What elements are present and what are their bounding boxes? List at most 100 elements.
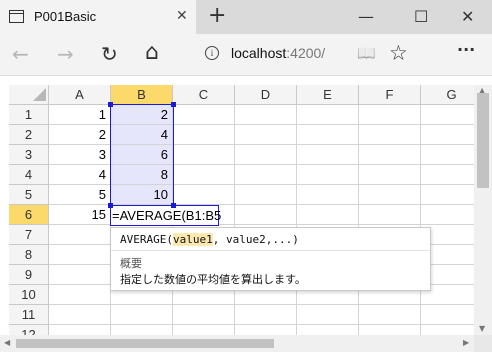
- cell-b5[interactable]: 10: [111, 185, 173, 205]
- row-header-3[interactable]: 3: [9, 145, 49, 165]
- row-header-8[interactable]: 8: [9, 245, 49, 265]
- maximize-icon[interactable]: ☐: [414, 7, 428, 26]
- select-all-corner[interactable]: [9, 85, 49, 105]
- home-icon[interactable]: ⌂: [145, 40, 159, 65]
- back-icon[interactable]: ←: [12, 42, 29, 66]
- column-header-b[interactable]: B: [111, 85, 173, 105]
- signature-name: AVERAGE(: [120, 233, 173, 246]
- column-header-e[interactable]: E: [297, 85, 359, 105]
- grid-cell[interactable]: [359, 105, 421, 125]
- signature-current-param: value1: [172, 233, 213, 246]
- scroll-right-arrow-icon[interactable]: ▶: [463, 338, 469, 347]
- tab-close-icon[interactable]: ✕: [176, 8, 188, 24]
- selection-handle[interactable]: [108, 102, 113, 107]
- page-icon: [9, 10, 24, 23]
- row-header-6[interactable]: 6: [9, 205, 49, 225]
- grid-cell[interactable]: [49, 225, 111, 245]
- column-header-f[interactable]: F: [359, 85, 421, 105]
- grid-cell[interactable]: [173, 145, 235, 165]
- grid-cell[interactable]: [359, 125, 421, 145]
- tab-title: P001Basic: [34, 9, 97, 24]
- favorite-star-icon[interactable]: ☆: [389, 41, 408, 65]
- grid-cell[interactable]: [173, 105, 235, 125]
- cell-a3[interactable]: 3: [49, 145, 111, 165]
- row-header-2[interactable]: 2: [9, 125, 49, 145]
- cell-b4[interactable]: 8: [111, 165, 173, 185]
- more-menu-icon[interactable]: ···: [457, 40, 475, 59]
- grid-cell[interactable]: [235, 185, 297, 205]
- cell-a4[interactable]: 4: [49, 165, 111, 185]
- grid-cell[interactable]: [359, 305, 421, 325]
- reload-icon[interactable]: ↻: [101, 42, 118, 66]
- cell-b2[interactable]: 4: [111, 125, 173, 145]
- grid-cell[interactable]: [297, 145, 359, 165]
- scroll-left-arrow-icon[interactable]: ◀: [4, 338, 10, 347]
- url-port: :4200/: [286, 45, 326, 61]
- grid-cell[interactable]: [173, 125, 235, 145]
- cell-a5[interactable]: 5: [49, 185, 111, 205]
- grid-cell[interactable]: [297, 185, 359, 205]
- row-header-4[interactable]: 4: [9, 165, 49, 185]
- grid-cell[interactable]: [297, 305, 359, 325]
- function-signature: AVERAGE(value1, value2,...): [120, 233, 299, 246]
- grid-cell[interactable]: [235, 165, 297, 185]
- grid-cell[interactable]: [297, 105, 359, 125]
- scroll-down-arrow-icon[interactable]: ▼: [479, 324, 485, 333]
- minimize-icon[interactable]: —: [358, 7, 374, 26]
- forward-icon[interactable]: →: [57, 42, 74, 66]
- column-header-a[interactable]: A: [49, 85, 111, 105]
- site-info-icon[interactable]: i: [205, 46, 219, 60]
- grid-cell[interactable]: [235, 305, 297, 325]
- grid-cell[interactable]: [359, 185, 421, 205]
- cell-editor-b6[interactable]: =AVERAGE(B1:B5: [110, 205, 221, 226]
- column-header-c[interactable]: C: [173, 85, 235, 105]
- new-tab-icon[interactable]: +: [208, 3, 226, 28]
- grid-cell[interactable]: [297, 165, 359, 185]
- scrollbar-corner: [474, 335, 492, 352]
- function-description: 指定した数値の平均値を算出します。: [120, 274, 306, 286]
- grid-cell[interactable]: [235, 105, 297, 125]
- selection-handle[interactable]: [171, 203, 176, 208]
- corner-triangle-icon: [32, 88, 46, 101]
- browser-tab[interactable]: [0, 0, 196, 34]
- grid-cell[interactable]: [235, 125, 297, 145]
- grid-cell[interactable]: [111, 305, 173, 325]
- row-header-5[interactable]: 5: [9, 185, 49, 205]
- popup-divider: [111, 250, 430, 251]
- grid-cell[interactable]: [173, 185, 235, 205]
- cell-a1[interactable]: 1: [49, 105, 111, 125]
- cell-a6[interactable]: 15: [49, 205, 111, 225]
- selection-handle[interactable]: [108, 203, 113, 208]
- reading-view-icon[interactable]: 📖: [357, 44, 376, 62]
- grid-cell[interactable]: [297, 125, 359, 145]
- row-header-7[interactable]: 7: [9, 225, 49, 245]
- url-host: localhost: [231, 45, 287, 61]
- row-header-9[interactable]: 9: [9, 265, 49, 285]
- grid-cell[interactable]: [173, 165, 235, 185]
- spreadsheet[interactable]: A B C D E F G 1 2 3 4 5 6 7 8 9 10 11 12…: [0, 77, 492, 352]
- cell-b1[interactable]: 2: [111, 105, 173, 125]
- row-header-1[interactable]: 1: [9, 105, 49, 125]
- grid-cell[interactable]: [359, 165, 421, 185]
- row-header-11[interactable]: 11: [9, 305, 49, 325]
- vertical-scroll-thumb[interactable]: [477, 93, 489, 188]
- grid-cell[interactable]: [297, 205, 359, 225]
- grid-cell[interactable]: [173, 305, 235, 325]
- grid-cell[interactable]: [235, 205, 297, 225]
- url-field[interactable]: localhost:4200/: [231, 45, 325, 61]
- grid-cell[interactable]: [49, 305, 111, 325]
- cell-b3[interactable]: 6: [111, 145, 173, 165]
- cell-a2[interactable]: 2: [49, 125, 111, 145]
- horizontal-scroll-thumb[interactable]: [16, 339, 274, 348]
- window-close-icon[interactable]: ✕: [461, 7, 474, 26]
- column-header-d[interactable]: D: [235, 85, 297, 105]
- grid-cell[interactable]: [49, 245, 111, 265]
- row-header-10[interactable]: 10: [9, 285, 49, 305]
- grid-cell[interactable]: [235, 145, 297, 165]
- selection-handle[interactable]: [171, 102, 176, 107]
- summary-label: 概要: [120, 258, 142, 270]
- grid-cell[interactable]: [359, 145, 421, 165]
- grid-cell[interactable]: [49, 285, 111, 305]
- grid-cell[interactable]: [359, 205, 421, 225]
- grid-cell[interactable]: [49, 265, 111, 285]
